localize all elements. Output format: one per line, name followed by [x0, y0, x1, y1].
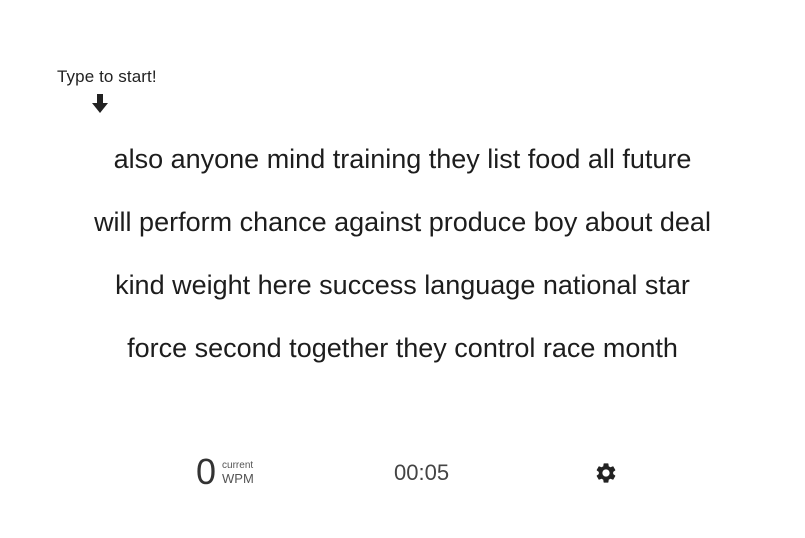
timer: 00:05 — [394, 460, 450, 485]
wpm-unit-label: WPM — [222, 471, 254, 486]
word-line-4: force second together they control race … — [127, 333, 678, 363]
stats-bar: 0 current WPM 00:05 — [0, 452, 805, 492]
wpm-labels: current WPM — [222, 460, 254, 486]
start-hint: Type to start! — [57, 67, 157, 86]
word-line-1: also anyone mind training they list food… — [113, 144, 692, 174]
word-line-3: kind weight here success language nation… — [115, 270, 690, 300]
word-line-2: will perform chance against produce boy … — [94, 207, 711, 237]
arrow-down-icon — [92, 94, 108, 113]
gear-icon[interactable] — [594, 461, 618, 485]
wpm-sub-label: current — [222, 460, 254, 471]
wpm-value: 0 — [196, 451, 217, 492]
word-area[interactable]: also anyone mind training they list food… — [0, 139, 805, 391]
wpm-display: 0 current WPM — [196, 452, 254, 492]
